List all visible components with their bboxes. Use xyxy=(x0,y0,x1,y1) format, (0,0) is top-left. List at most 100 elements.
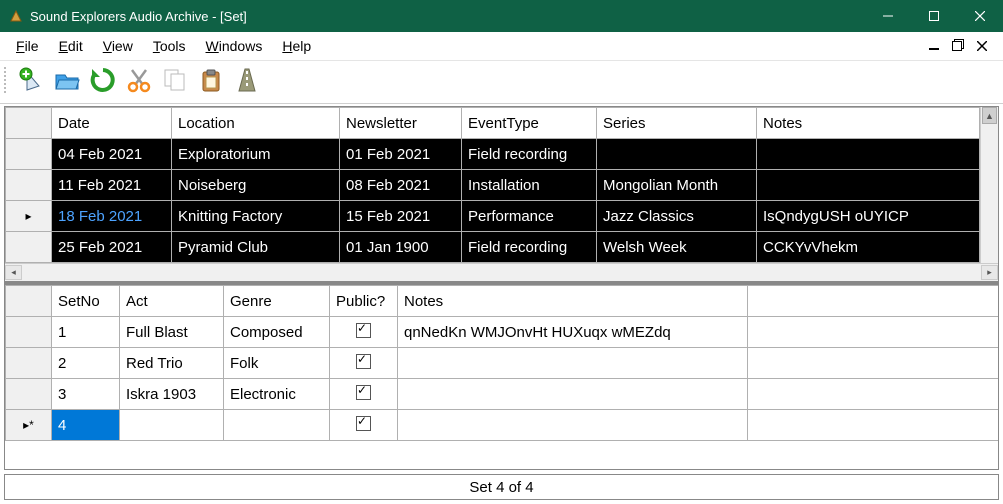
cell-public[interactable] xyxy=(330,410,398,441)
menu-help[interactable]: Help xyxy=(272,34,321,58)
cell-location[interactable]: Noiseberg xyxy=(172,170,340,201)
cell-date[interactable]: 25 Feb 2021 xyxy=(52,232,172,263)
child-grid-row[interactable]: 3Iskra 1903Electronic xyxy=(6,379,999,410)
parent-grid-row[interactable]: 25 Feb 2021Pyramid Club01 Jan 1900Field … xyxy=(6,232,980,263)
new-button[interactable] xyxy=(14,63,48,97)
parent-grid-row[interactable]: ▸18 Feb 2021Knitting Factory15 Feb 2021P… xyxy=(6,201,980,232)
cell-public[interactable] xyxy=(330,379,398,410)
row-selector[interactable] xyxy=(6,170,52,201)
paste-button[interactable] xyxy=(194,63,228,97)
cell-newsletter[interactable]: 01 Jan 1900 xyxy=(340,232,462,263)
cell-genre[interactable] xyxy=(224,410,330,441)
col-act[interactable]: Act xyxy=(120,286,224,317)
cell-setno[interactable]: 2 xyxy=(52,348,120,379)
refresh-button[interactable] xyxy=(86,63,120,97)
cell-eventtype[interactable]: Field recording xyxy=(462,139,597,170)
col-setno[interactable]: SetNo xyxy=(52,286,120,317)
col-date[interactable]: Date xyxy=(52,108,172,139)
cell-newsletter[interactable]: 01 Feb 2021 xyxy=(340,139,462,170)
cell-newsletter[interactable]: 15 Feb 2021 xyxy=(340,201,462,232)
mdi-close-icon[interactable] xyxy=(975,39,989,54)
cell-notes[interactable] xyxy=(398,410,748,441)
cell-setno[interactable]: 1 xyxy=(52,317,120,348)
parent-grid-header[interactable]: Date Location Newsletter EventType Serie… xyxy=(6,108,980,139)
col-notes[interactable]: Notes xyxy=(398,286,748,317)
cell-eventtype[interactable]: Installation xyxy=(462,170,597,201)
row-selector[interactable]: ▸ xyxy=(6,201,52,232)
child-grid-row[interactable]: 1Full BlastComposed qnNedKn WMJOnvHt HUXu… xyxy=(6,317,999,348)
parent-grid-vscroll[interactable]: ▲ xyxy=(980,107,998,263)
minimize-button[interactable] xyxy=(865,0,911,32)
cell-location[interactable]: Exploratorium xyxy=(172,139,340,170)
cell-genre[interactable]: Electronic xyxy=(224,379,330,410)
mdi-minimize-icon[interactable] xyxy=(927,39,941,54)
menu-view[interactable]: View xyxy=(93,34,143,58)
mdi-restore-icon[interactable] xyxy=(951,39,965,54)
open-button[interactable] xyxy=(50,63,84,97)
hscroll-track[interactable] xyxy=(22,265,981,280)
checkbox-icon[interactable] xyxy=(356,385,371,400)
col-notes[interactable]: Notes xyxy=(757,108,980,139)
cell-public[interactable] xyxy=(330,317,398,348)
row-selector[interactable] xyxy=(6,379,52,410)
cell-notes[interactable]: qnNedKn WMJOnvHt HUXuqx wMEZdq xyxy=(398,317,748,348)
menu-tools[interactable]: Tools xyxy=(143,34,196,58)
cell-public[interactable] xyxy=(330,348,398,379)
road-button[interactable] xyxy=(230,63,264,97)
scroll-left-icon[interactable]: ◂ xyxy=(5,265,22,280)
cell-location[interactable]: Knitting Factory xyxy=(172,201,340,232)
cell-series[interactable]: Jazz Classics xyxy=(597,201,757,232)
scroll-up-icon[interactable]: ▲ xyxy=(982,107,997,124)
cell-notes[interactable] xyxy=(757,170,980,201)
cell-act[interactable]: Red Trio xyxy=(120,348,224,379)
cell-location[interactable]: Pyramid Club xyxy=(172,232,340,263)
checkbox-icon[interactable] xyxy=(356,354,371,369)
cell-series[interactable]: Mongolian Month xyxy=(597,170,757,201)
col-series[interactable]: Series xyxy=(597,108,757,139)
cell-date[interactable]: 18 Feb 2021 xyxy=(52,201,172,232)
cell-genre[interactable]: Composed xyxy=(224,317,330,348)
cell-notes[interactable]: CCKYvVhekm xyxy=(757,232,980,263)
copy-button[interactable] xyxy=(158,63,192,97)
row-selector[interactable] xyxy=(6,317,52,348)
cell-notes[interactable]: IsQndygUSH oUYICP xyxy=(757,201,980,232)
cell-act[interactable]: Iskra 1903 xyxy=(120,379,224,410)
parent-grid-row[interactable]: 11 Feb 2021Noiseberg08 Feb 2021Installat… xyxy=(6,170,980,201)
parent-grid[interactable]: Date Location Newsletter EventType Serie… xyxy=(5,107,980,263)
child-grid-row[interactable]: 2Red TrioFolk xyxy=(6,348,999,379)
cell-date[interactable]: 11 Feb 2021 xyxy=(52,170,172,201)
cell-genre[interactable]: Folk xyxy=(224,348,330,379)
cell-notes[interactable] xyxy=(757,139,980,170)
cell-act[interactable]: Full Blast xyxy=(120,317,224,348)
new-row-selector[interactable]: ▸* xyxy=(6,410,52,441)
cell-act[interactable] xyxy=(120,410,224,441)
cell-notes[interactable] xyxy=(398,348,748,379)
col-eventtype[interactable]: EventType xyxy=(462,108,597,139)
cell-notes[interactable] xyxy=(398,379,748,410)
child-grid[interactable]: SetNo Act Genre Public? Notes 1Full Blas… xyxy=(5,285,998,441)
col-public[interactable]: Public? xyxy=(330,286,398,317)
checkbox-icon[interactable] xyxy=(356,416,371,431)
cell-eventtype[interactable]: Field recording xyxy=(462,232,597,263)
menu-windows[interactable]: Windows xyxy=(196,34,273,58)
row-selector[interactable] xyxy=(6,232,52,263)
parent-grid-hscroll[interactable]: ◂ ▸ xyxy=(5,263,998,281)
col-location[interactable]: Location xyxy=(172,108,340,139)
cell-newsletter[interactable]: 08 Feb 2021 xyxy=(340,170,462,201)
col-newsletter[interactable]: Newsletter xyxy=(340,108,462,139)
cell-setno[interactable]: 3 xyxy=(52,379,120,410)
close-button[interactable] xyxy=(957,0,1003,32)
col-genre[interactable]: Genre xyxy=(224,286,330,317)
cell-eventtype[interactable]: Performance xyxy=(462,201,597,232)
row-selector[interactable] xyxy=(6,348,52,379)
row-selector[interactable] xyxy=(6,139,52,170)
parent-grid-row[interactable]: 04 Feb 2021Exploratorium01 Feb 2021Field… xyxy=(6,139,980,170)
maximize-button[interactable] xyxy=(911,0,957,32)
child-grid-new-row[interactable]: ▸*4 xyxy=(6,410,999,441)
cell-date[interactable]: 04 Feb 2021 xyxy=(52,139,172,170)
child-grid-header[interactable]: SetNo Act Genre Public? Notes xyxy=(6,286,999,317)
scroll-right-icon[interactable]: ▸ xyxy=(981,265,998,280)
menu-file[interactable]: File xyxy=(6,34,49,58)
cut-button[interactable] xyxy=(122,63,156,97)
cell-series[interactable]: Welsh Week xyxy=(597,232,757,263)
